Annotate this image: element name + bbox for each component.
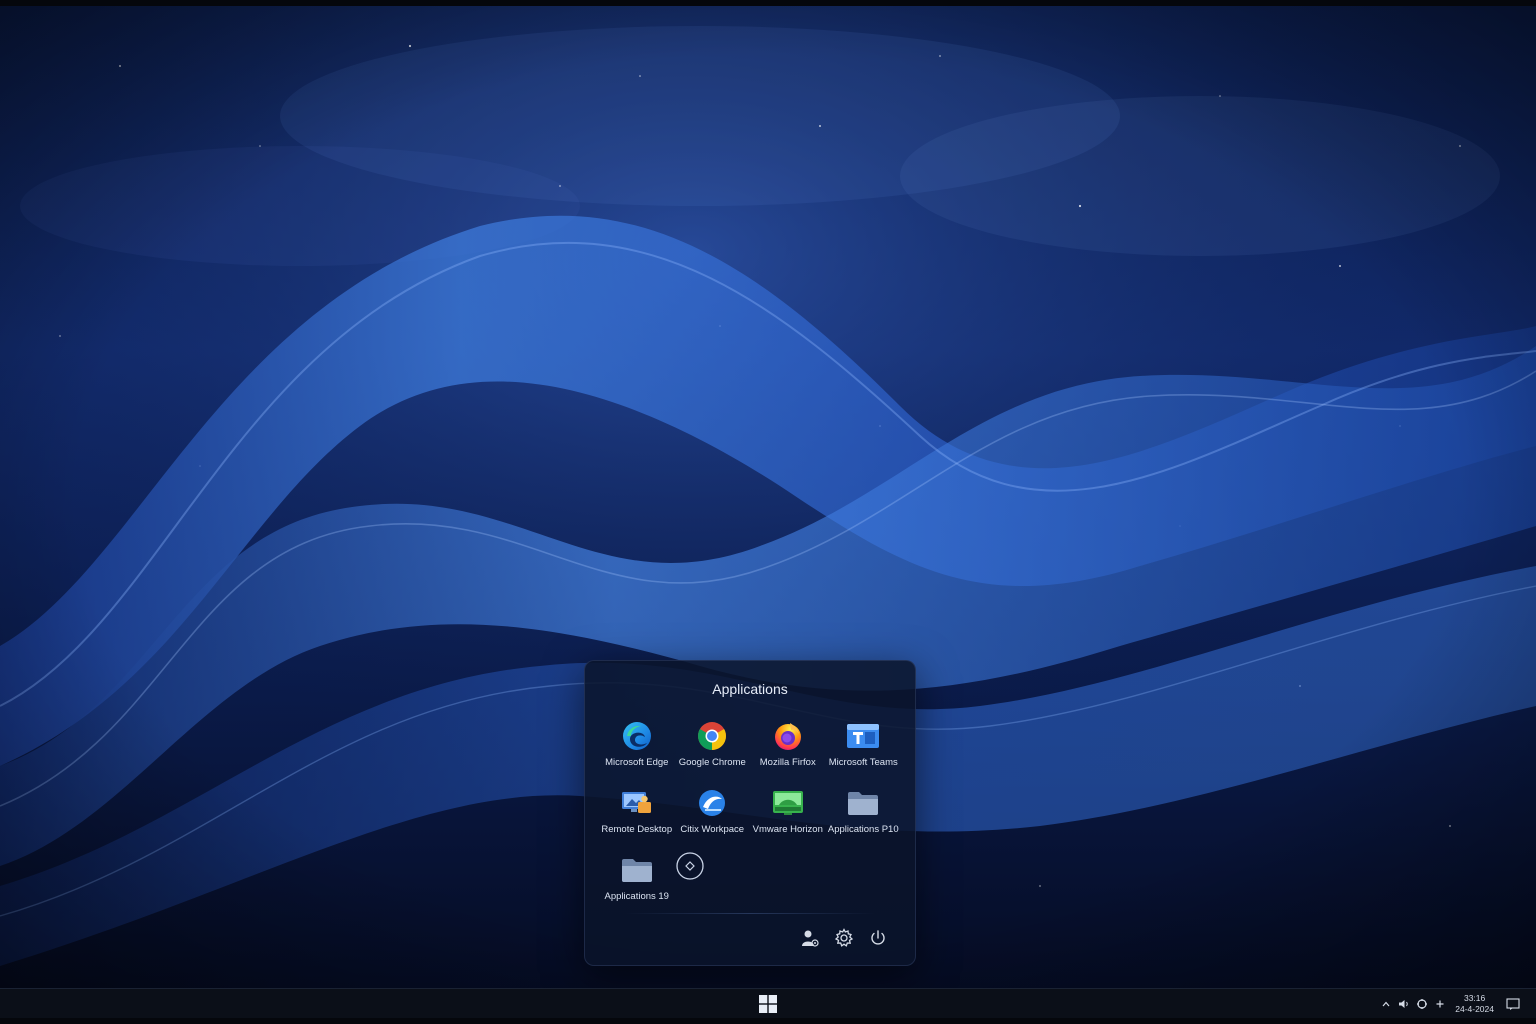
app-label: Citix Workpace xyxy=(680,824,745,835)
panel-title: Applications xyxy=(712,681,788,697)
app-tile-google-chrome[interactable]: Google Chrome xyxy=(675,719,751,786)
edge-icon xyxy=(620,719,654,753)
gear-icon xyxy=(834,928,854,947)
app-label: Vmware Horizon xyxy=(752,824,823,835)
chrome-icon xyxy=(695,719,729,753)
app-label: Remote Desktop xyxy=(601,824,673,835)
remote-desktop-icon xyxy=(620,786,654,820)
folder-icon xyxy=(620,853,654,887)
windows-logo-icon xyxy=(759,995,777,1013)
screen-bottom-border xyxy=(0,1018,1536,1024)
app-tile-applications-p10[interactable]: Applications P10 xyxy=(826,786,902,853)
applications-panel: Applications Microsoft Edge Google Chrom… xyxy=(584,660,916,966)
app-tile-add-app[interactable] xyxy=(675,852,751,920)
folder-icon xyxy=(846,786,880,820)
user-settings-icon xyxy=(802,930,819,947)
app-tile-vmware-horizon[interactable]: Vmware Horizon xyxy=(750,786,826,853)
start-button[interactable] xyxy=(758,994,778,1014)
app-tile-mozilla-firefox[interactable]: Mozilla Firfox xyxy=(750,719,826,786)
app-label: Microsoft Teams xyxy=(828,757,898,768)
app-tile-remote-desktop[interactable]: Remote Desktop xyxy=(599,786,675,853)
chevron-up-icon[interactable] xyxy=(1377,989,1395,1019)
teams-icon xyxy=(846,719,880,753)
plus-icon[interactable] xyxy=(1431,989,1449,1019)
volume-icon[interactable] xyxy=(1395,989,1413,1019)
vmware-horizon-icon xyxy=(771,786,805,820)
firefox-icon xyxy=(771,719,805,753)
network-icon[interactable] xyxy=(1413,989,1431,1019)
panel-actions xyxy=(799,927,889,949)
power-icon xyxy=(871,930,885,945)
panel-divider xyxy=(625,913,875,914)
system-tray: 33:16 24-4-2024 xyxy=(1377,989,1536,1019)
app-label: Applications P10 xyxy=(827,824,899,835)
clock-time: 33:16 xyxy=(1463,993,1486,1003)
app-tile-applications-19[interactable]: Applications 19 xyxy=(599,853,675,920)
app-tile-citrix-workspace[interactable]: Citix Workpace xyxy=(675,786,751,853)
app-tile-microsoft-teams[interactable]: Microsoft Teams xyxy=(826,719,902,786)
citrix-icon xyxy=(695,786,729,820)
taskbar-clock[interactable]: 33:16 24-4-2024 xyxy=(1455,993,1494,1015)
clock-date: 24-4-2024 xyxy=(1455,1004,1494,1014)
app-label: Microsoft Edge xyxy=(605,757,669,768)
settings-button[interactable] xyxy=(833,927,855,949)
notification-button[interactable] xyxy=(1502,989,1524,1019)
app-label: Mozilla Firfox xyxy=(759,757,816,768)
power-button[interactable] xyxy=(867,927,889,949)
add-app-icon xyxy=(673,849,707,883)
taskbar: 33:16 24-4-2024 xyxy=(0,988,1536,1019)
app-tile-microsoft-edge[interactable]: Microsoft Edge xyxy=(599,719,675,786)
app-label: Applications 19 xyxy=(604,891,669,902)
user-settings-button[interactable] xyxy=(799,927,821,949)
app-label: Google Chrome xyxy=(678,757,746,768)
app-grid: Microsoft Edge Google Chrome Mozilla Fir… xyxy=(599,719,901,920)
notification-icon xyxy=(1506,998,1520,1010)
